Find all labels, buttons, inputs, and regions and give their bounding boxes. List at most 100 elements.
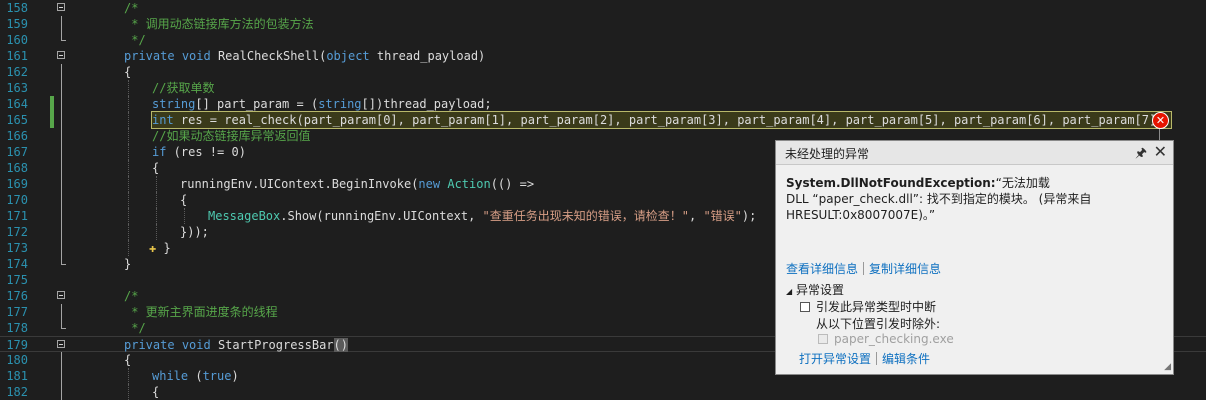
line-number: 176 bbox=[6, 289, 28, 303]
code-text: while (true) bbox=[152, 368, 239, 384]
code-text: //如果动态链接库异常返回值 bbox=[152, 128, 310, 144]
close-icon[interactable]: ✕ bbox=[1154, 142, 1167, 162]
line-number: 159 bbox=[6, 17, 28, 31]
error-icon[interactable]: ✕ bbox=[1152, 112, 1169, 129]
fold-guide bbox=[61, 384, 62, 400]
code-token: * 更新主界面进度条的线程 bbox=[124, 305, 278, 319]
fold-collapse-icon[interactable] bbox=[57, 51, 65, 59]
code-token: (res != 0) bbox=[166, 145, 246, 159]
code-text: /* bbox=[124, 288, 138, 304]
pin-icon[interactable]: 🖈︎ bbox=[1135, 144, 1147, 166]
code-token: .Show(runningEnv.UIContext, bbox=[280, 209, 483, 223]
line-number: 158 bbox=[6, 1, 28, 15]
line-number: 165 bbox=[6, 113, 28, 127]
exception-popup-title: 未经处理的异常 bbox=[785, 147, 870, 161]
code-text: if (res != 0) bbox=[152, 144, 246, 160]
line-number: 174 bbox=[6, 257, 28, 271]
fold-guide bbox=[61, 352, 62, 368]
code-line[interactable]: 158 /* bbox=[0, 0, 1206, 16]
code-token: */ bbox=[124, 321, 146, 335]
code-line[interactable]: 182 { bbox=[0, 384, 1206, 400]
code-text: /* bbox=[124, 0, 138, 16]
exclusion-item-label: paper_checking.exe bbox=[834, 332, 954, 346]
fold-guide bbox=[61, 128, 62, 144]
fold-end-marker bbox=[61, 256, 66, 265]
indent-guide bbox=[128, 384, 129, 400]
code-token: void bbox=[181, 338, 211, 352]
line-number: 178 bbox=[6, 321, 28, 335]
code-text: string[] part_param = (string[])thread_p… bbox=[152, 96, 492, 112]
indent-guide bbox=[128, 112, 129, 128]
open-exception-settings-link[interactable]: 打开异常设置 bbox=[799, 352, 871, 366]
indent-guide bbox=[156, 192, 157, 208]
break-when-thrown-checkbox[interactable] bbox=[800, 302, 810, 312]
code-text: private void StartProgressBar() bbox=[124, 337, 348, 353]
code-token: if bbox=[152, 145, 167, 159]
code-text: * 更新主界面进度条的线程 bbox=[124, 304, 278, 320]
fold-guide bbox=[61, 224, 62, 240]
exception-type: System.DllNotFoundException: bbox=[786, 176, 996, 190]
indent-guide bbox=[128, 96, 129, 112]
line-number: 182 bbox=[6, 385, 28, 399]
code-token: StartProgressBar bbox=[210, 338, 334, 352]
copy-details-link[interactable]: 复制详细信息 bbox=[869, 262, 941, 276]
code-text: ✚ } bbox=[149, 240, 171, 256]
code-line[interactable]: 160 */ bbox=[0, 32, 1206, 48]
code-token: new bbox=[418, 177, 441, 191]
resize-grip-icon[interactable]: ◢ bbox=[1164, 362, 1171, 372]
code-line[interactable]: 163 //获取单数 bbox=[0, 80, 1206, 96]
fold-guide bbox=[61, 368, 62, 384]
edit-conditions-link[interactable]: 编辑条件 bbox=[882, 352, 930, 366]
link-separator bbox=[863, 262, 865, 275]
line-number: 179 bbox=[6, 338, 28, 352]
line-number: 162 bbox=[6, 65, 28, 79]
code-token: res = real_check(part_param[0], part_par… bbox=[173, 113, 1171, 127]
line-number: 161 bbox=[6, 49, 28, 63]
code-token: /* bbox=[124, 289, 139, 303]
exception-message-line3: HRESULT:0x8007007E)。” bbox=[786, 208, 936, 222]
fold-guide bbox=[61, 176, 62, 192]
change-marker bbox=[50, 96, 54, 112]
code-line[interactable]: 159 * 调用动态链接库方法的包装方法 bbox=[0, 16, 1206, 32]
fold-guide bbox=[61, 96, 62, 112]
code-line[interactable]: 161 private void RealCheckShell(object th… bbox=[0, 48, 1206, 64]
code-text: * 调用动态链接库方法的包装方法 bbox=[124, 16, 313, 32]
code-text: */ bbox=[124, 32, 146, 48]
line-number: 167 bbox=[6, 145, 28, 159]
break-when-thrown-option[interactable]: 引发此异常类型时中断 bbox=[800, 298, 936, 315]
line-number: 160 bbox=[6, 33, 28, 47]
code-text: { bbox=[124, 64, 131, 80]
code-text: { bbox=[180, 192, 187, 208]
fold-collapse-icon[interactable] bbox=[57, 3, 65, 11]
indent-guide bbox=[128, 160, 129, 176]
line-number: 166 bbox=[6, 129, 28, 143]
fold-end-marker bbox=[61, 32, 66, 41]
exception-settings-header[interactable]: ◢ 异常设置 bbox=[786, 281, 844, 298]
code-token: })); bbox=[180, 225, 209, 239]
fold-guide bbox=[61, 64, 62, 80]
current-statement-highlight: int res = real_check(part_param[0], part… bbox=[151, 111, 1172, 129]
code-token: //如果动态链接库异常返回值 bbox=[152, 129, 311, 143]
fold-collapse-icon[interactable] bbox=[57, 291, 65, 299]
exception-message-line1: “无法加载 bbox=[995, 176, 1050, 190]
code-line[interactable]: 164 string[] part_param = (string[])threa… bbox=[0, 96, 1206, 112]
code-line[interactable]: 165 int res = real_check(part_param[0], p… bbox=[0, 111, 1206, 129]
fold-guide bbox=[61, 304, 62, 320]
exception-settings-label: 异常设置 bbox=[795, 283, 844, 297]
indent-guide bbox=[128, 224, 129, 240]
fold-guide bbox=[61, 112, 62, 128]
indent-guide bbox=[128, 128, 129, 144]
code-token: [])thread_payload; bbox=[361, 97, 492, 111]
code-token: (() => bbox=[490, 177, 535, 191]
view-details-link[interactable]: 查看详细信息 bbox=[786, 262, 858, 276]
code-token: } bbox=[124, 257, 132, 271]
code-text: { bbox=[152, 160, 159, 176]
exception-message-line2: DLL “paper_check.dll”: 找不到指定的模块。 (异常来自 bbox=[786, 192, 1092, 206]
fold-collapse-icon[interactable] bbox=[57, 340, 65, 348]
code-token: */ bbox=[124, 33, 146, 47]
code-text: private void RealCheckShell(object threa… bbox=[124, 48, 485, 64]
code-line[interactable]: 162 { bbox=[0, 64, 1206, 80]
fold-end-marker bbox=[61, 320, 66, 329]
